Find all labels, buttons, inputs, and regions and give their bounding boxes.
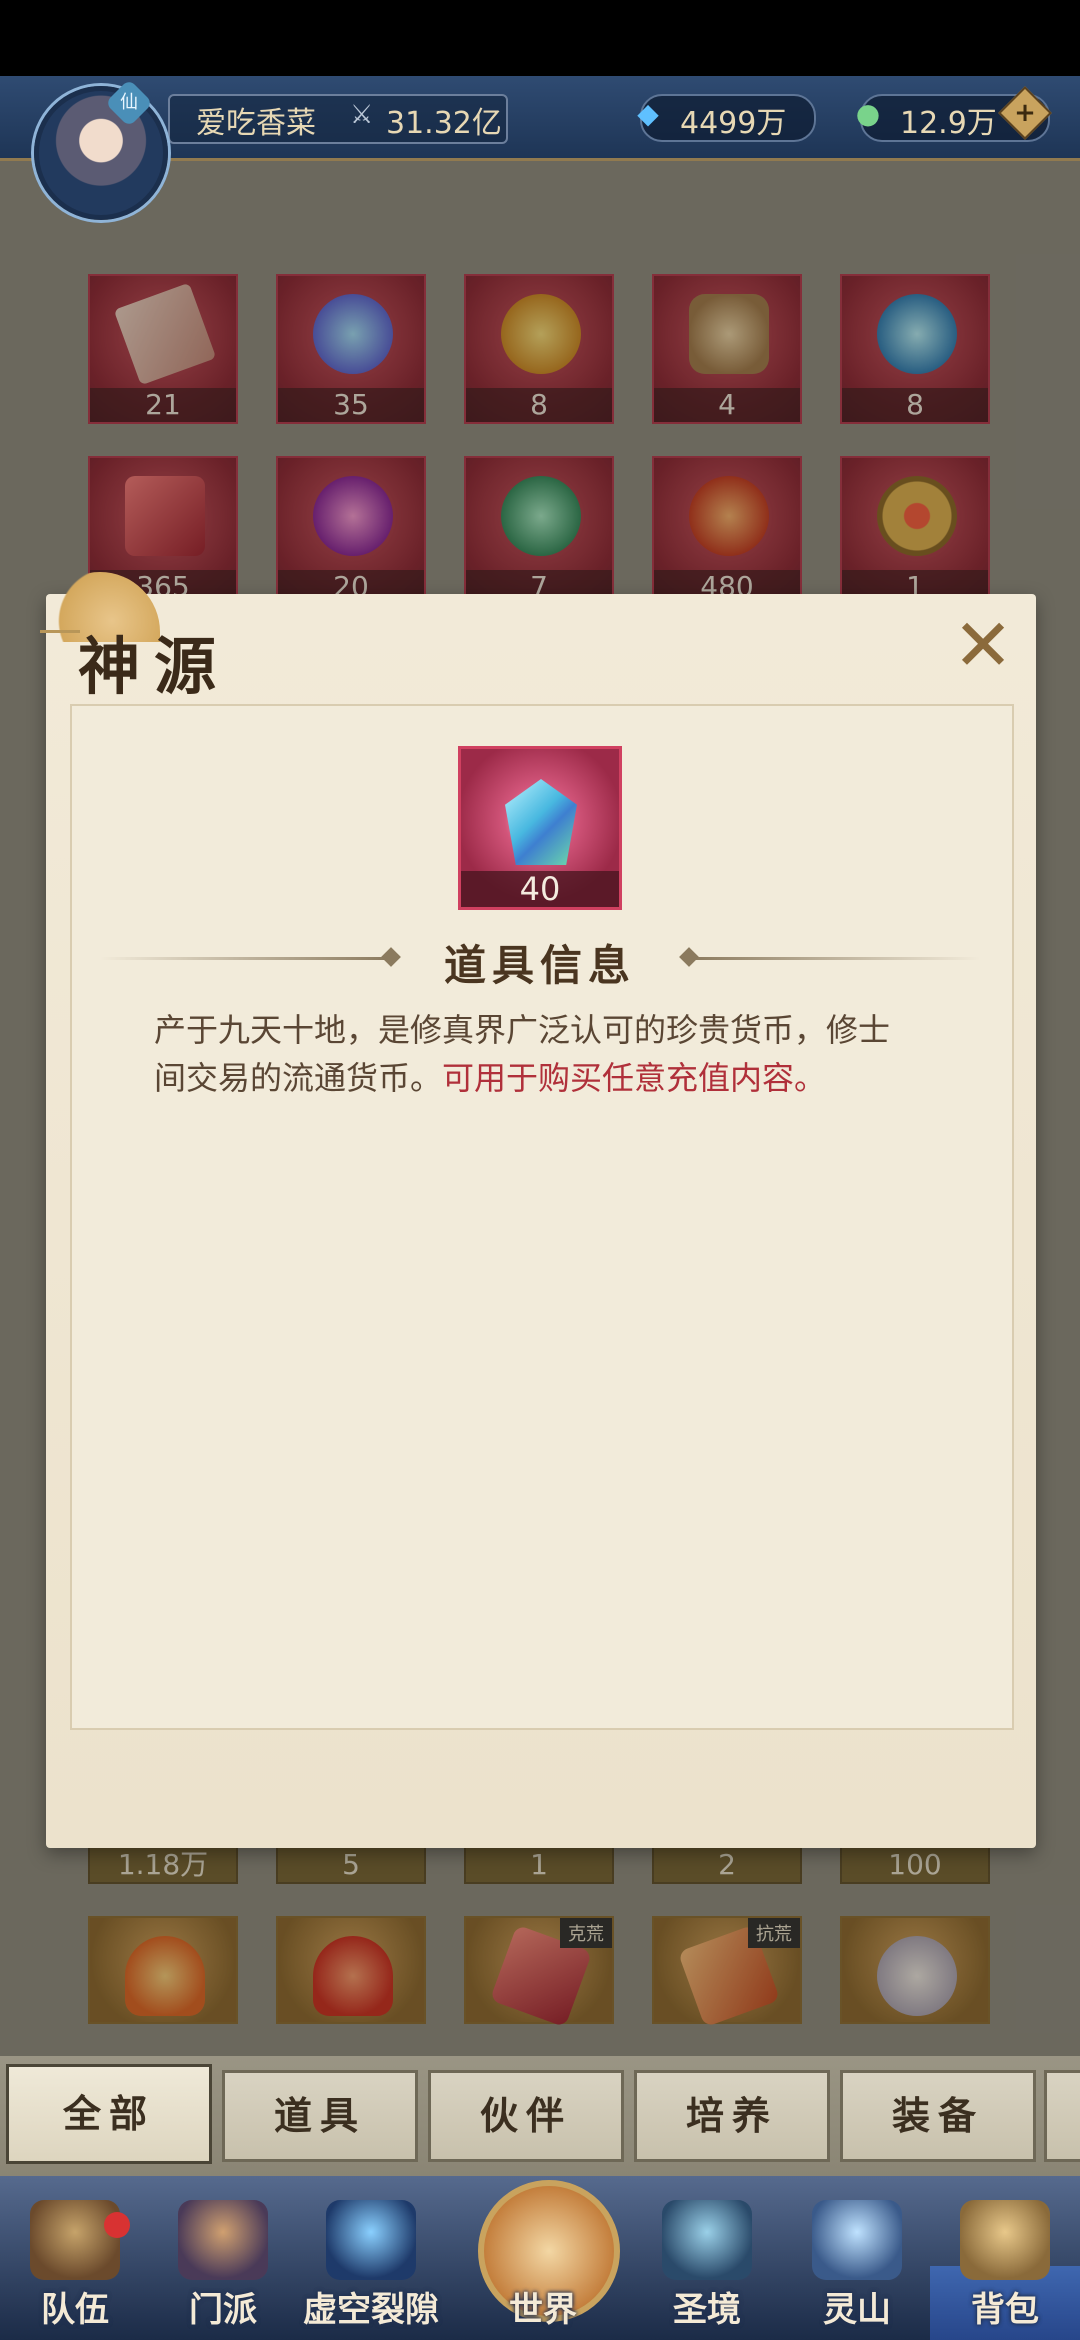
nav-void-rift[interactable]: 虚空裂隙 bbox=[303, 2200, 439, 2330]
tab-more[interactable] bbox=[1044, 2070, 1080, 2162]
item-description: 产于九天十地，是修真界广泛认可的珍贵货币，修士间交易的流通货币。可用于购买任意充… bbox=[154, 1006, 914, 1102]
status-bar-area bbox=[0, 0, 1080, 76]
tab-all[interactable]: 全部 bbox=[6, 2064, 212, 2164]
description-highlight: 可用于购买任意充值内容。 bbox=[442, 1059, 827, 1097]
void-rift-icon bbox=[326, 2200, 416, 2280]
crystal-amount: 4499万 bbox=[680, 106, 787, 141]
title-ornament-line bbox=[40, 630, 80, 633]
player-name: 爱吃香菜 bbox=[196, 106, 316, 141]
item-preview: 40 bbox=[458, 746, 622, 910]
nav-label: 世界 bbox=[509, 2290, 577, 2330]
backpack-icon bbox=[960, 2200, 1050, 2280]
tab-equipment[interactable]: 装备 bbox=[840, 2070, 1036, 2162]
jade-coin-icon: ● bbox=[855, 97, 881, 130]
dialog-title: 神源 bbox=[78, 630, 231, 703]
nav-label: 队伍 bbox=[41, 2290, 109, 2330]
game-screen: 仙 爱吃香菜 ⚔ 31.32亿 ◆ 4499万 ● 12.9万 + 21 35 … bbox=[0, 0, 1080, 2340]
tab-partners[interactable]: 伙伴 bbox=[428, 2070, 624, 2162]
nav-holy-realm[interactable]: 圣境 bbox=[652, 2200, 762, 2330]
divine-crystal-icon bbox=[505, 779, 577, 865]
combat-power-value: 31.32亿 bbox=[386, 106, 502, 141]
nav-label: 灵山 bbox=[823, 2290, 891, 2330]
tab-cultivation[interactable]: 培养 bbox=[634, 2070, 830, 2162]
nav-label: 门派 bbox=[189, 2290, 257, 2330]
tab-items[interactable]: 道具 bbox=[222, 2070, 418, 2162]
jade-amount: 12.9万 bbox=[900, 106, 997, 141]
sect-icon bbox=[178, 2200, 268, 2280]
separator-line bbox=[690, 957, 980, 960]
notification-dot bbox=[104, 2212, 130, 2238]
nav-label: 圣境 bbox=[673, 2290, 741, 2330]
item-count: 40 bbox=[461, 871, 619, 907]
nav-spirit-mountain[interactable]: 灵山 bbox=[802, 2200, 912, 2330]
holy-realm-icon bbox=[662, 2200, 752, 2280]
nav-label: 背包 bbox=[971, 2290, 1039, 2330]
team-icon bbox=[30, 2200, 120, 2280]
separator-line bbox=[100, 957, 390, 960]
nav-label: 虚空裂隙 bbox=[303, 2290, 439, 2330]
crystal-icon: ◆ bbox=[637, 97, 659, 130]
combat-power-icon: ⚔ bbox=[350, 100, 374, 130]
close-button[interactable]: ✕ bbox=[948, 609, 1018, 681]
nav-world[interactable]: 世界 bbox=[488, 2200, 598, 2330]
spirit-mountain-icon bbox=[812, 2200, 902, 2280]
nav-backpack[interactable]: 背包 bbox=[950, 2200, 1060, 2330]
section-title: 道具信息 bbox=[443, 941, 636, 990]
nav-sect[interactable]: 门派 bbox=[168, 2200, 278, 2330]
